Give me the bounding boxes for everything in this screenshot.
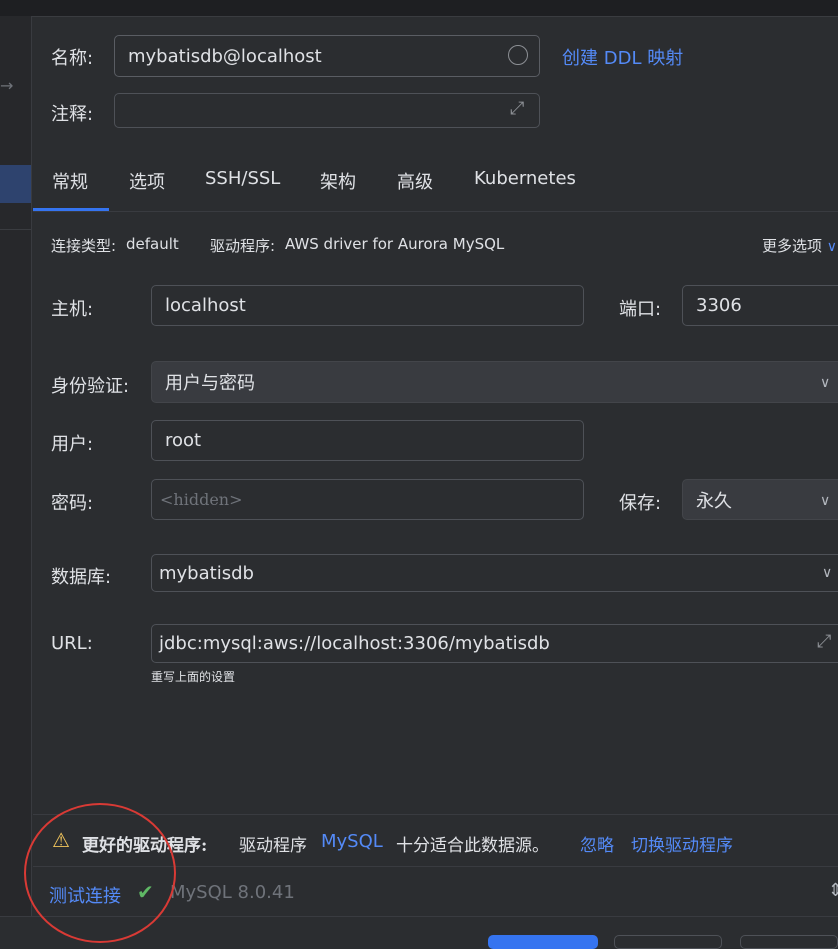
tabs-divider — [33, 211, 838, 212]
port-value: 3306 — [696, 295, 742, 316]
warning-mysql-link[interactable]: MySQL — [321, 831, 383, 852]
arrow-right-icon[interactable]: → — [0, 76, 14, 95]
top-bar — [0, 0, 838, 17]
url-hint: 重写上面的设置 — [151, 670, 236, 684]
expand-icon[interactable]: ⤢ — [510, 98, 524, 119]
apply-button[interactable] — [740, 935, 838, 949]
tab-general[interactable]: 常规 — [52, 168, 88, 194]
test-result: MySQL 8.0.41 — [170, 882, 295, 903]
name-label: 名称: — [51, 48, 94, 69]
annotation-circle — [24, 803, 176, 943]
tab-schemas[interactable]: 架构 — [320, 168, 356, 194]
port-input[interactable]: 3306 — [682, 285, 838, 326]
expand-icon[interactable]: ⤢ — [817, 631, 831, 652]
chevron-down-icon: ∨ — [826, 239, 838, 255]
save-label: 保存: — [619, 493, 662, 514]
database-value: mybatisdb — [159, 562, 254, 584]
warning-text-after: 十分适合此数据源。 — [396, 836, 549, 856]
more-options-link[interactable]: 更多选项 ∨ — [762, 235, 837, 256]
url-label: URL: — [51, 633, 93, 654]
status-circle-icon — [508, 45, 528, 65]
tab-kubernetes[interactable]: Kubernetes — [474, 168, 576, 189]
create-ddl-mapping-link[interactable]: 创建 DDL 映射 — [562, 44, 683, 70]
password-label: 密码: — [51, 493, 94, 514]
driver-link[interactable]: AWS driver for Aurora MySQL — [285, 235, 504, 253]
auth-label: 身份验证: — [51, 376, 130, 397]
ok-button[interactable] — [488, 935, 598, 949]
url-input[interactable]: jdbc:mysql:aws://localhost:3306/mybatisd… — [151, 624, 838, 663]
database-label: 数据库: — [51, 567, 112, 588]
name-value: mybatisdb@localhost — [128, 45, 322, 67]
cancel-button[interactable] — [614, 935, 722, 949]
sidebar-divider — [0, 229, 31, 230]
chevron-down-icon[interactable]: ∨ — [820, 375, 830, 391]
save-select[interactable]: 永久 — [682, 479, 838, 520]
comment-field[interactable] — [114, 93, 540, 128]
password-input[interactable]: <hidden> — [151, 479, 584, 520]
tab-advanced[interactable]: 高级 — [397, 168, 433, 194]
host-value: localhost — [165, 295, 246, 316]
password-placeholder: <hidden> — [160, 490, 243, 509]
auth-value: 用户与密码 — [165, 373, 255, 394]
tab-options[interactable]: 选项 — [129, 168, 165, 194]
host-input[interactable]: localhost — [151, 285, 584, 326]
chevron-down-icon[interactable]: ∨ — [822, 565, 832, 581]
database-select[interactable]: mybatisdb — [151, 554, 838, 592]
auth-select[interactable]: 用户与密码 — [151, 361, 838, 403]
switch-driver-link[interactable]: 切换驱动程序 — [631, 831, 733, 856]
settings-icon[interactable]: ⇕ — [828, 880, 838, 901]
more-options-label: 更多选项 — [762, 237, 823, 255]
user-input[interactable]: root — [151, 420, 584, 461]
left-sidebar — [0, 16, 32, 916]
chevron-down-icon[interactable]: ∨ — [820, 493, 830, 509]
warning-text-before: 驱动程序 — [239, 836, 307, 856]
port-label: 端口: — [619, 299, 662, 320]
name-field[interactable]: mybatisdb@localhost — [114, 35, 540, 77]
user-label: 用户: — [51, 434, 94, 455]
driver-label: 驱动程序: — [210, 237, 276, 255]
connection-type-link[interactable]: default — [126, 235, 179, 253]
comment-label: 注释: — [51, 104, 94, 125]
save-value: 永久 — [696, 490, 732, 512]
user-value: root — [165, 430, 202, 451]
url-value: jdbc:mysql:aws://localhost:3306/mybatisd… — [159, 633, 550, 654]
host-label: 主机: — [51, 299, 94, 320]
tab-ssh-ssl[interactable]: SSH/SSL — [205, 168, 280, 189]
ignore-link[interactable]: 忽略 — [580, 831, 614, 856]
connection-type-label: 连接类型: — [51, 237, 117, 255]
sidebar-selected-item[interactable] — [0, 165, 31, 203]
